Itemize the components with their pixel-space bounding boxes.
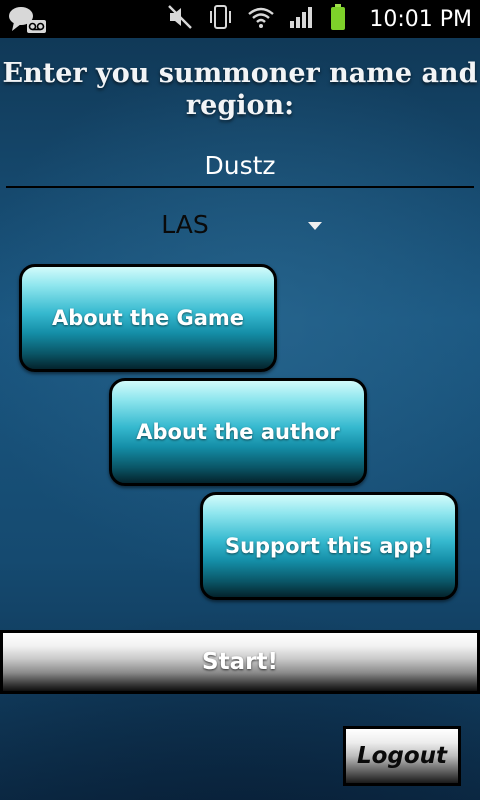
summoner-name-input[interactable]	[6, 144, 474, 188]
signal-icon	[289, 5, 315, 33]
vibrate-icon	[207, 4, 233, 34]
region-spinner[interactable]: LAS	[0, 204, 480, 248]
mute-icon	[167, 4, 193, 34]
summoner-prompt: Enter you summoner name and region:	[2, 58, 478, 121]
clock: 10:01 PM	[369, 6, 472, 32]
start-button[interactable]: Start!	[0, 630, 480, 694]
battery-icon	[329, 3, 347, 35]
about-game-button[interactable]: About the Game	[19, 264, 277, 372]
chat-voicemail-icon	[8, 5, 48, 35]
wifi-icon	[247, 5, 275, 33]
support-app-button[interactable]: Support this app!	[200, 492, 458, 600]
status-bar: 10:01 PM	[0, 0, 480, 38]
logout-button[interactable]: Logout	[343, 726, 461, 786]
dropdown-arrow-icon	[308, 222, 322, 230]
about-author-button[interactable]: About the author	[109, 378, 367, 486]
app-screen: 10:01 PM Enter you summoner name and reg…	[0, 0, 480, 800]
